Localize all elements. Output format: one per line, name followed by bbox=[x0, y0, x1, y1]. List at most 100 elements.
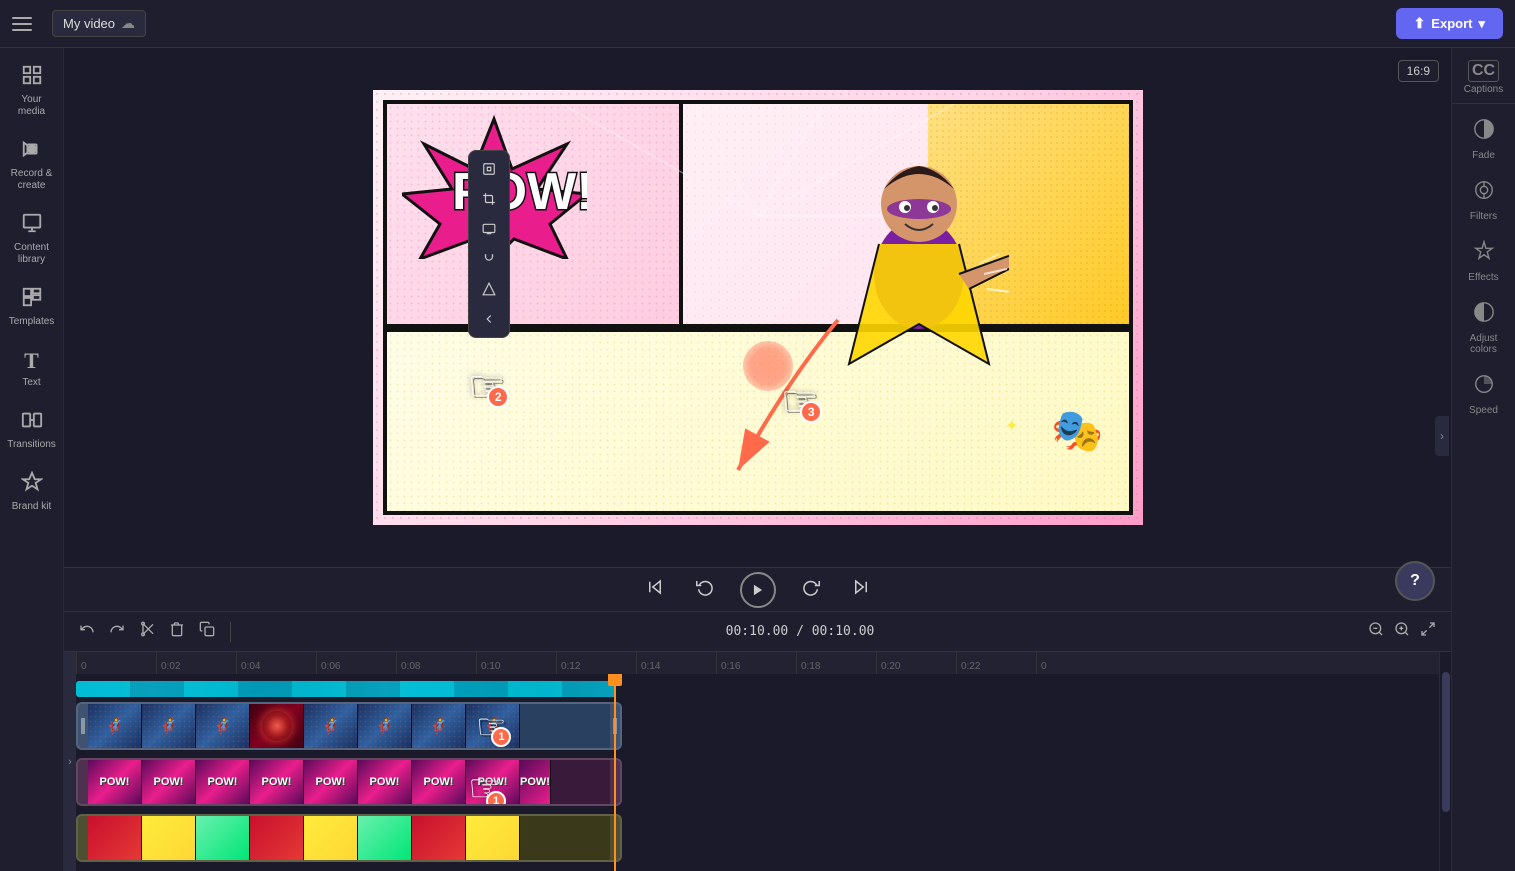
export-chevron-icon: ▾ bbox=[1478, 16, 1485, 32]
save-cloud-icon: ☁ bbox=[121, 15, 135, 32]
copy-frames-button[interactable] bbox=[196, 618, 218, 645]
zoom-out-button[interactable] bbox=[1365, 618, 1387, 645]
toolbar-crop-btn[interactable] bbox=[473, 185, 505, 213]
clip-right-handle[interactable] bbox=[610, 704, 620, 748]
main-area: Your media Record & create Content libra… bbox=[0, 48, 1515, 871]
right-tool-effects[interactable]: Effects bbox=[1456, 232, 1512, 291]
forward-button[interactable] bbox=[796, 574, 826, 605]
timeline-toolbar: 00:10.00 / 00:10.00 bbox=[64, 612, 1451, 652]
toolbar-magnet-btn[interactable] bbox=[473, 245, 505, 273]
transitions-icon bbox=[21, 409, 43, 436]
track-2: 🦸 🦸 🦸 bbox=[76, 699, 1439, 753]
toolbar-arrow-btn[interactable] bbox=[473, 305, 505, 333]
clip-hero[interactable]: 🦸 🦸 🦸 bbox=[76, 702, 622, 750]
sidebar-item-brand-kit[interactable]: Brand kit bbox=[4, 463, 60, 521]
timeline-ruler: 0 0:02 0:04 0:06 0:08 0:10 0:12 0:14 0:1… bbox=[76, 652, 1439, 674]
video-controls bbox=[64, 567, 1451, 611]
project-title-text: My video bbox=[63, 16, 115, 31]
captions-label: Captions bbox=[1464, 84, 1503, 95]
left-sidebar: Your media Record & create Content libra… bbox=[0, 48, 64, 871]
sidebar-label-content-library: Content library bbox=[8, 242, 56, 266]
delete-button[interactable] bbox=[166, 618, 188, 645]
sidebar-label-record: Record & create bbox=[8, 168, 56, 192]
aspect-ratio-badge[interactable]: 16:9 bbox=[1398, 60, 1439, 82]
adjust-colors-icon bbox=[1473, 301, 1495, 329]
sidebar-item-your-media[interactable]: Your media bbox=[4, 56, 60, 126]
effects-label: Effects bbox=[1468, 272, 1498, 283]
right-tool-speed[interactable]: Speed bbox=[1456, 365, 1512, 424]
zoom-in-button[interactable] bbox=[1391, 618, 1413, 645]
ruler-mark: 0:18 bbox=[796, 652, 876, 674]
ruler-mark: 0 bbox=[76, 652, 156, 674]
right-tool-adjust-colors[interactable]: Adjust colors bbox=[1456, 293, 1512, 363]
timeline-scrollbar-vertical[interactable] bbox=[1439, 652, 1451, 871]
sidebar-label-text: Text bbox=[22, 377, 40, 389]
timeline-area: 00:10.00 / 00:10.00 › bbox=[64, 611, 1451, 871]
track-1 bbox=[76, 678, 1439, 697]
video-preview-container: 16:9 bbox=[64, 48, 1451, 567]
brand-kit-icon bbox=[21, 471, 43, 498]
right-tool-fade[interactable]: Fade bbox=[1456, 110, 1512, 169]
sidebar-label-transitions: Transitions bbox=[7, 439, 56, 451]
sidebar-item-transitions[interactable]: Transitions bbox=[4, 401, 60, 459]
sidebar-item-text[interactable]: T Text bbox=[4, 340, 60, 397]
play-button[interactable] bbox=[740, 572, 776, 608]
export-button[interactable]: ⬆ Export ▾ bbox=[1396, 8, 1503, 39]
skip-back-button[interactable] bbox=[640, 574, 670, 605]
sidebar-item-templates[interactable]: Templates bbox=[4, 278, 60, 336]
timeline-collapse-button[interactable]: › bbox=[64, 652, 76, 871]
topbar: My video ☁ ⬆ Export ▾ bbox=[0, 0, 1515, 48]
fade-icon bbox=[1473, 118, 1495, 146]
ruler-marks: 0 0:02 0:04 0:06 0:08 0:10 0:12 0:14 0:1… bbox=[76, 652, 1439, 674]
rewind-button[interactable] bbox=[690, 574, 720, 605]
ruler-mark: 0:16 bbox=[716, 652, 796, 674]
speed-icon bbox=[1473, 373, 1495, 401]
toolbar-screen-btn[interactable] bbox=[473, 215, 505, 243]
time-display: 00:10.00 / 00:10.00 bbox=[726, 624, 875, 639]
clip-pow[interactable]: POW! POW! POW! POW! POW! POW! POW! POW! … bbox=[76, 758, 622, 806]
undo-button[interactable] bbox=[76, 618, 98, 645]
ruler-mark: 0:12 bbox=[556, 652, 636, 674]
video-canvas[interactable]: POW! bbox=[373, 90, 1143, 525]
filters-icon bbox=[1473, 179, 1495, 207]
clip-panels[interactable] bbox=[76, 814, 622, 862]
cut-button[interactable] bbox=[136, 618, 158, 645]
expand-timeline-button[interactable] bbox=[1417, 618, 1439, 645]
captions-section: CC Captions bbox=[1452, 56, 1515, 104]
sidebar-item-content-library[interactable]: Content library bbox=[4, 204, 60, 274]
right-tool-filters[interactable]: Filters bbox=[1456, 171, 1512, 230]
record-icon bbox=[21, 138, 43, 165]
toolbar-triangle-btn[interactable] bbox=[473, 275, 505, 303]
ruler-mark: 0 bbox=[1036, 652, 1116, 674]
center-area: 16:9 bbox=[64, 48, 1451, 871]
zoom-controls bbox=[1365, 618, 1439, 645]
redo-button[interactable] bbox=[106, 618, 128, 645]
right-panel-collapse-button[interactable]: › bbox=[1435, 416, 1449, 456]
ruler-mark: 0:14 bbox=[636, 652, 716, 674]
menu-icon[interactable] bbox=[12, 10, 40, 38]
sidebar-label-your-media: Your media bbox=[8, 94, 56, 118]
adjust-colors-label: Adjust colors bbox=[1460, 333, 1508, 355]
ruler-mark: 0:06 bbox=[316, 652, 396, 674]
ruler-mark: 0:22 bbox=[956, 652, 1036, 674]
your-media-icon bbox=[21, 64, 43, 91]
clip-left-handle[interactable] bbox=[78, 704, 88, 748]
speed-label: Speed bbox=[1469, 405, 1498, 416]
toolbar-pin-btn[interactable] bbox=[473, 155, 505, 183]
sidebar-item-record[interactable]: Record & create bbox=[4, 130, 60, 200]
sidebar-label-templates: Templates bbox=[9, 316, 55, 328]
content-library-icon bbox=[21, 212, 43, 239]
export-label: Export bbox=[1431, 16, 1472, 31]
export-icon: ⬆ bbox=[1414, 15, 1426, 32]
floating-toolbar bbox=[468, 150, 510, 338]
help-icon: ? bbox=[1410, 572, 1420, 590]
help-button[interactable]: ? bbox=[1395, 561, 1435, 601]
text-icon: T bbox=[24, 348, 39, 374]
skip-forward-button[interactable] bbox=[846, 574, 876, 605]
sidebar-label-brand-kit: Brand kit bbox=[12, 501, 51, 513]
filters-label: Filters bbox=[1470, 211, 1497, 222]
captions-icon[interactable]: CC bbox=[1468, 60, 1499, 82]
ruler-mark: 0:08 bbox=[396, 652, 476, 674]
project-title[interactable]: My video ☁ bbox=[52, 10, 146, 37]
templates-icon bbox=[21, 286, 43, 313]
